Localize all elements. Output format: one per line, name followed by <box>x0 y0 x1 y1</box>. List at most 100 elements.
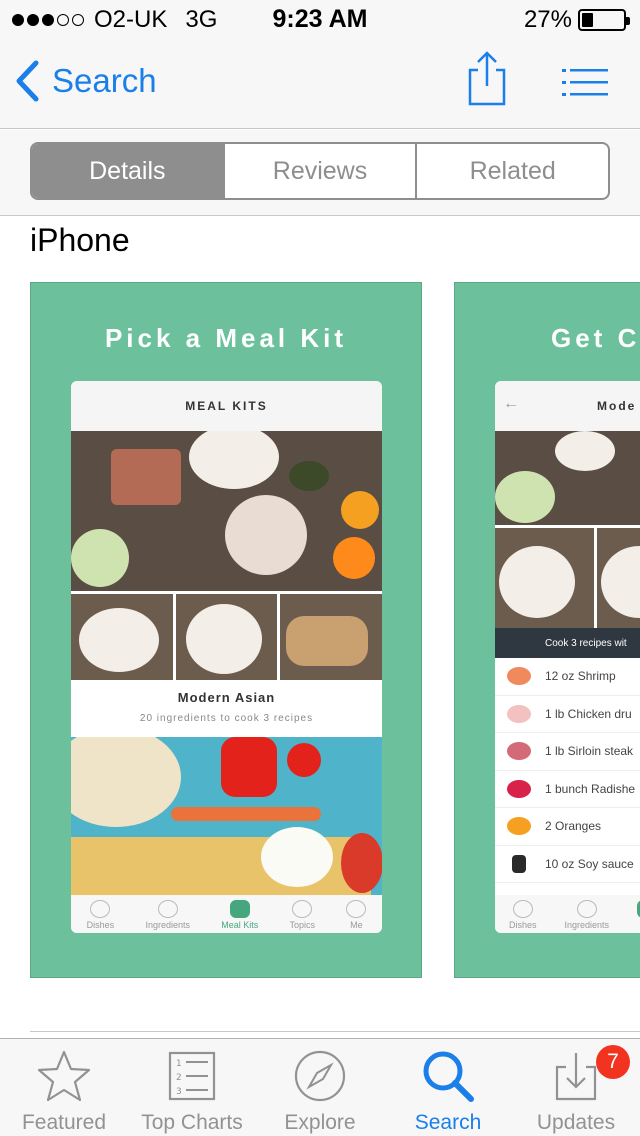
chevron-left-icon <box>16 60 39 102</box>
mockup-tab: Dishes <box>509 900 537 930</box>
list-icon <box>562 69 608 96</box>
plate-image <box>111 449 181 505</box>
plate-image <box>600 546 640 618</box>
plate-image <box>341 833 382 893</box>
mockup-tab-label: Ingredients <box>564 920 610 930</box>
meal-kits-icon <box>229 900 250 918</box>
ingredients-photo <box>71 737 382 897</box>
navigation-bar: Search <box>0 40 640 129</box>
divider <box>30 1031 640 1032</box>
plate-image <box>555 431 615 471</box>
mockup-tab: Ingredients <box>564 900 610 930</box>
updates-icon <box>555 1053 597 1101</box>
compass-icon <box>294 1050 346 1102</box>
tab-top-charts[interactable]: 1 2 3 Top Charts <box>128 1039 256 1136</box>
plate-image <box>71 737 181 827</box>
recipe-thumbnail <box>596 528 640 628</box>
plate-image <box>289 461 329 491</box>
updates-badge: 7 <box>596 1045 630 1079</box>
chicken-icon <box>507 704 531 723</box>
tab-featured[interactable]: Featured <box>0 1039 128 1136</box>
back-button[interactable]: Search <box>14 60 157 102</box>
status-bar: O2-UK 3G 9:23 AM 27% <box>0 0 640 40</box>
tab-label: Search <box>414 1111 482 1134</box>
arrow-left-icon: ← <box>503 395 521 412</box>
mockup-header-title: Mode <box>597 399 637 413</box>
ingredient-label: 10 oz Soy sauce <box>545 856 634 871</box>
ingredient-row: 12 oz Shrimp <box>495 658 640 696</box>
soy-sauce-icon <box>512 854 526 873</box>
svg-text:2: 2 <box>176 1073 182 1083</box>
mockup-tab-label: Dishes <box>86 920 115 930</box>
plate-image <box>495 471 555 523</box>
ingredient-label: 1 lb Chicken dru <box>545 706 632 721</box>
tab-explore[interactable]: Explore <box>256 1039 384 1136</box>
meal-subtitle: 20 ingredients to cook 3 recipes <box>139 713 314 724</box>
battery-percent: 27% <box>523 6 572 33</box>
ingredients-icon <box>576 900 597 918</box>
profile-icon <box>346 900 367 918</box>
ingredient-label: 12 oz Shrimp <box>545 669 616 684</box>
segment-details[interactable]: Details <box>32 144 223 198</box>
status-right: 27% <box>523 6 630 34</box>
plate-image <box>333 537 375 579</box>
back-label: Search <box>52 62 157 99</box>
mockup-tab: Ingredients <box>145 900 190 930</box>
top-charts-icon: 1 2 3 <box>168 1051 216 1101</box>
plate-image <box>71 529 129 587</box>
ingredient-label: 1 lb Sirloin steak <box>545 744 634 759</box>
segment-related[interactable]: Related <box>415 144 608 198</box>
recipe-thumbnail <box>495 528 594 628</box>
svg-text:3: 3 <box>176 1087 182 1097</box>
mockup-tab-bar: Dishes Ingredients M <box>495 895 640 933</box>
phone-mockup: MEAL KITS Modern Asian 20 ingredients to… <box>71 381 382 933</box>
plate-image <box>171 807 321 821</box>
tab-label: Top Charts <box>141 1111 243 1134</box>
app-screenshot[interactable]: Get C ← Mode Cook 3 recipes wit 12 oz Sh… <box>454 282 640 978</box>
mockup-tab-bar: Dishes Ingredients Meal Kits Topics Me <box>71 895 382 933</box>
share-button[interactable] <box>466 50 508 113</box>
battery-icon <box>578 9 630 31</box>
steak-icon <box>507 742 531 761</box>
ingredient-row: 1 lb Chicken dru <box>495 696 640 733</box>
battery-tip <box>626 17 630 25</box>
dishes-icon <box>90 900 111 918</box>
phone-mockup: ← Mode Cook 3 recipes wit 12 oz Shrimp 1… <box>495 381 640 933</box>
plate-image <box>225 495 307 575</box>
list-button[interactable] <box>562 68 608 103</box>
plate-image <box>221 737 277 797</box>
app-screenshot[interactable]: Pick a Meal Kit MEAL KITS Modern Asian 2… <box>30 282 422 978</box>
recipe-thumbnail <box>71 594 173 680</box>
tab-label: Updates <box>536 1111 616 1134</box>
mockup-tab-label: Ingredients <box>145 920 190 930</box>
tab-search[interactable]: Search <box>384 1039 512 1136</box>
mockup-tab-label: Topics <box>289 920 316 930</box>
recipe-thumbnails <box>495 528 640 628</box>
tab-updates[interactable]: 7 Updates <box>512 1039 640 1136</box>
mockup-header: ← Mode <box>495 381 640 431</box>
mockup-tab: Dishes <box>86 900 115 930</box>
ingredients-icon <box>157 900 178 918</box>
segment-reviews[interactable]: Reviews <box>222 144 416 198</box>
food-photo <box>71 431 382 591</box>
recipe-thumbnails <box>71 594 382 680</box>
ingredient-row: 1 bunch Radishe <box>495 771 640 808</box>
ingredient-row: 2 Oranges <box>495 808 640 846</box>
share-icon <box>468 51 506 106</box>
mockup-tab-label: Dishes <box>509 920 537 930</box>
plate-image <box>189 431 279 489</box>
ingredient-row: 1 lb Sirloin steak <box>495 733 640 771</box>
star-icon <box>37 1050 91 1102</box>
mockup-tab-label: Me <box>350 920 363 930</box>
search-icon <box>423 1051 474 1102</box>
screenshot-title: Pick a Meal Kit <box>104 323 348 353</box>
recipe-thumbnail <box>175 594 278 680</box>
mockup-tab: Meal Kits <box>221 900 258 930</box>
svg-text:1: 1 <box>176 1059 182 1069</box>
recipes-banner: Cook 3 recipes wit <box>495 628 640 658</box>
radish-icon <box>507 779 531 798</box>
ingredient-label: 1 bunch Radishe <box>545 781 636 796</box>
ingredient-row: 10 oz Soy sauce <box>495 846 640 883</box>
orange-icon <box>507 817 531 836</box>
plate-image <box>79 608 159 672</box>
